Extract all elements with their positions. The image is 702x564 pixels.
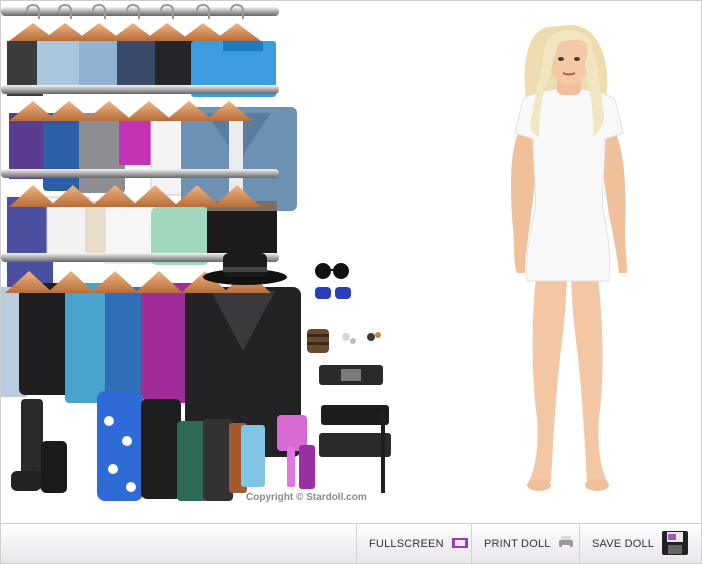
floppy-disk-icon bbox=[661, 530, 689, 559]
wardrobe: Copyright © Stardoll.com bbox=[1, 1, 411, 522]
grey-top[interactable] bbox=[79, 113, 125, 193]
fullscreen-icon bbox=[451, 537, 469, 552]
black-sunglasses[interactable] bbox=[315, 263, 349, 279]
white-shirt[interactable] bbox=[150, 118, 186, 196]
bottom-toolbar: FULLSCREEN PRINT DOLL SAVE DOLL bbox=[1, 523, 701, 563]
print-doll-button[interactable]: PRINT DOLL bbox=[471, 524, 579, 563]
print-label: PRINT DOLL bbox=[484, 538, 551, 550]
bangles[interactable] bbox=[307, 329, 329, 353]
doll-art bbox=[511, 25, 627, 491]
fullscreen-button[interactable]: FULLSCREEN bbox=[356, 524, 469, 563]
belts[interactable] bbox=[319, 365, 391, 493]
save-doll-button[interactable]: SAVE DOLL bbox=[579, 524, 701, 563]
copyright-text: Copyright © Stardoll.com bbox=[246, 492, 367, 503]
denim-shorts[interactable] bbox=[79, 39, 119, 91]
printer-icon bbox=[558, 535, 574, 553]
doll-model[interactable] bbox=[479, 19, 659, 497]
boots[interactable] bbox=[11, 399, 67, 493]
teal-cardigan[interactable] bbox=[65, 283, 111, 403]
light-denim-shorts[interactable] bbox=[37, 39, 79, 91]
blue-tank-top[interactable] bbox=[43, 113, 83, 191]
blue-pattern-bag[interactable] bbox=[97, 391, 143, 501]
dressup-game-window: Copyright © Stardoll.com FULLSCREEN PRIN… bbox=[0, 0, 702, 564]
game-stage: Copyright © Stardoll.com bbox=[1, 1, 701, 522]
earrings[interactable] bbox=[342, 332, 381, 344]
fullscreen-label: FULLSCREEN bbox=[369, 538, 444, 550]
wardrobe-art bbox=[1, 3, 391, 501]
save-label: SAVE DOLL bbox=[592, 538, 655, 550]
blue-sunglasses[interactable] bbox=[315, 287, 351, 299]
black-leather-jacket[interactable] bbox=[19, 283, 73, 395]
